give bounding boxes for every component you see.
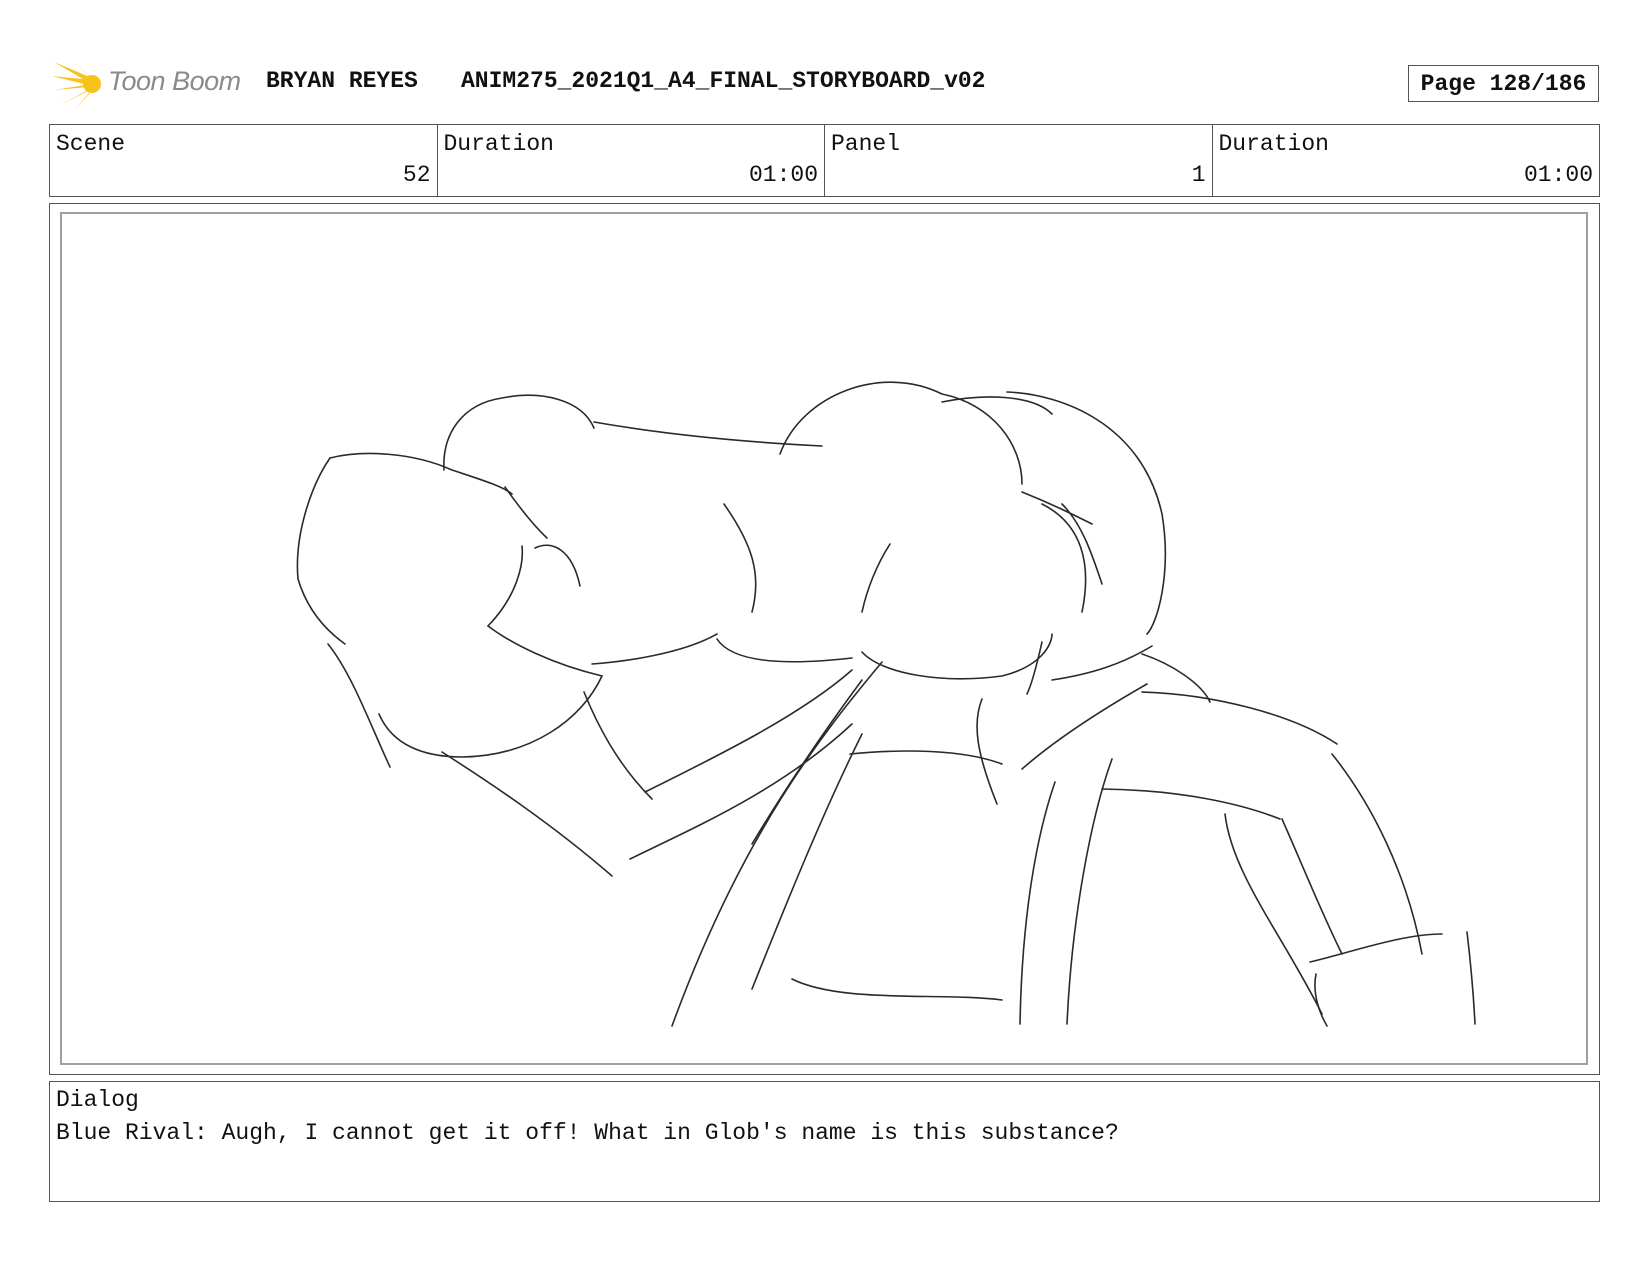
scene-label: Scene	[56, 131, 126, 157]
panel-duration-cell: Duration 01:00	[1213, 125, 1600, 196]
dialog-box: Dialog Blue Rival: Augh, I cannot get it…	[49, 1081, 1600, 1202]
toon-boom-logo: Toon Boom	[52, 56, 252, 112]
sketch-drawing	[296, 381, 1476, 1027]
panel-duration-value: 01:00	[1523, 162, 1593, 188]
scene-value: 52	[402, 162, 431, 188]
scene-duration-value: 01:00	[748, 162, 818, 188]
page-indicator: Page 128/186	[1408, 65, 1599, 102]
panel-cell: Panel 1	[825, 125, 1213, 196]
scene-duration-cell: Duration 01:00	[438, 125, 825, 196]
dialog-label: Dialog	[56, 1087, 139, 1113]
dialog-text: Blue Rival: Augh, I cannot get it off! W…	[56, 1120, 1119, 1146]
scene-cell: Scene 52	[50, 125, 438, 196]
panel-value: 1	[1191, 162, 1206, 188]
storyboard-panel	[49, 203, 1600, 1075]
starburst-icon	[52, 58, 101, 110]
author-name: BRYAN REYES	[266, 68, 418, 94]
document-title: ANIM275_2021Q1_A4_FINAL_STORYBOARD_v02	[461, 68, 986, 94]
panel-duration-label: Duration	[1218, 131, 1329, 157]
scene-duration-label: Duration	[443, 131, 554, 157]
panel-label: Panel	[831, 131, 901, 157]
logo-wordmark: Toon Boom	[108, 66, 241, 96]
panel-frame	[60, 212, 1588, 1065]
scene-info-row: Scene 52 Duration 01:00 Panel 1 Duration…	[49, 124, 1600, 197]
